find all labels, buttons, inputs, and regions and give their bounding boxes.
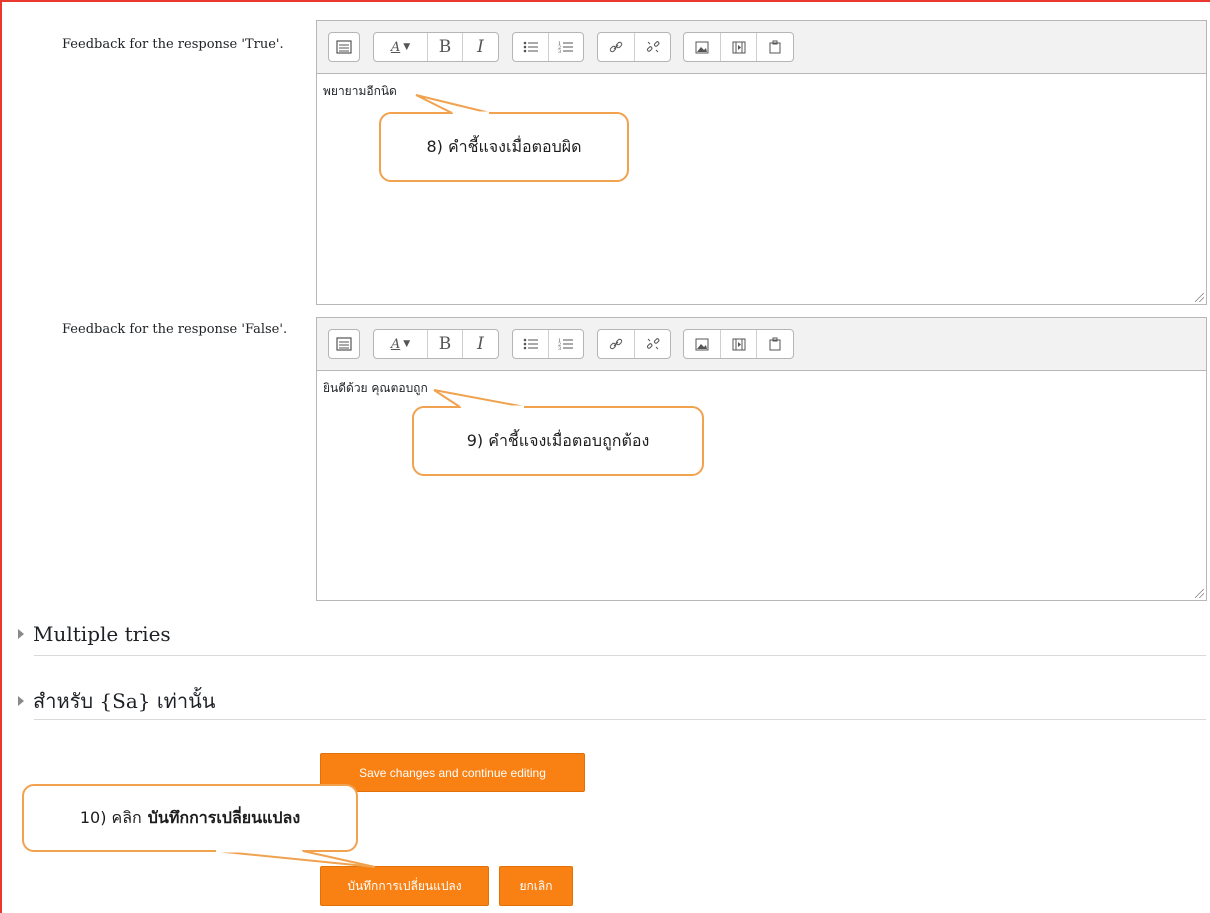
callout-10-pointer — [214, 849, 376, 868]
